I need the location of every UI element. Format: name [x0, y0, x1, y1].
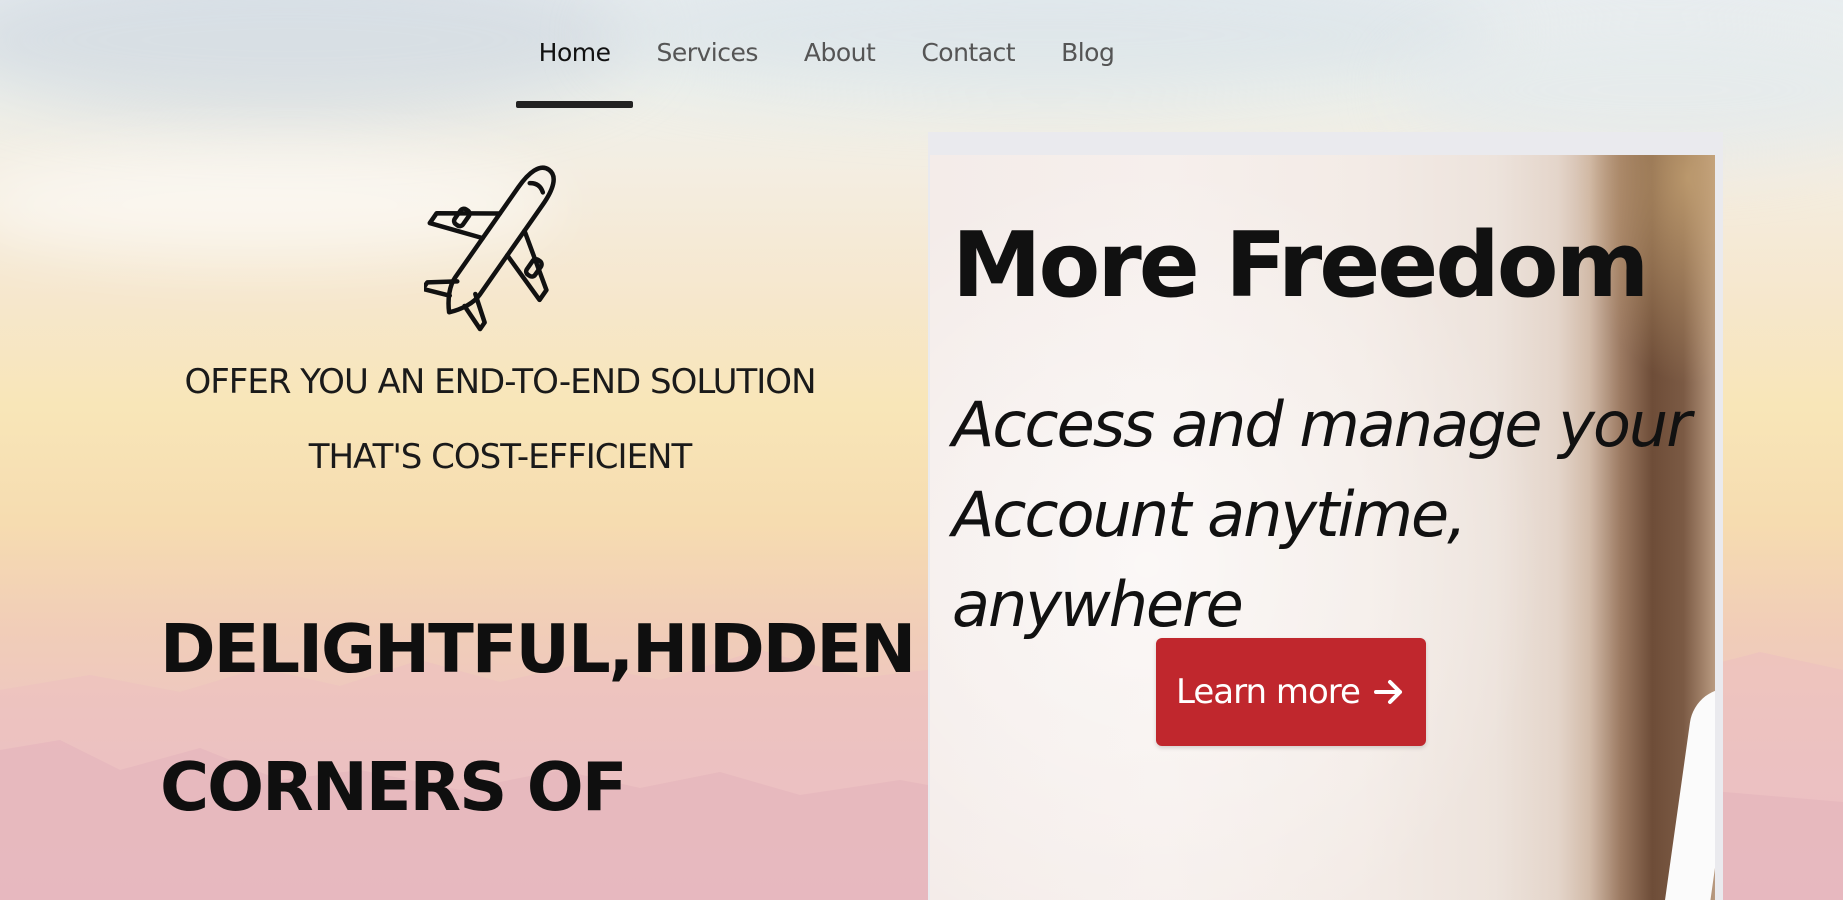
airplane-icon — [424, 165, 556, 332]
tagline-line: THAT'S COST-EFFICIENT — [308, 437, 693, 477]
headline-line: CORNERS OF — [160, 748, 627, 826]
headline-line: DELIGHTFUL,HIDDEN — [160, 610, 916, 688]
arrow-right-icon — [1373, 680, 1402, 704]
card-subtitle-line: Account anytime, anywhere — [952, 478, 1467, 641]
nav-item-about[interactable]: About — [781, 38, 898, 67]
page: Home Services About Contact Blog OFFER Y… — [0, 0, 1843, 900]
tagline-line: OFFER YOU AN END-TO-END SOLUTION — [184, 362, 816, 402]
nav-item-blog[interactable]: Blog — [1038, 38, 1137, 67]
hero-tagline: OFFER YOU AN END-TO-END SOLUTION THAT'S … — [150, 345, 850, 495]
hero-headline: DELIGHTFUL,HIDDEN CORNERS OF — [160, 580, 916, 856]
card-subtitle-line: Access and manage your — [952, 388, 1692, 461]
card-title: More Freedom — [952, 213, 1649, 318]
nav-list: Home Services About Contact Blog — [515, 38, 1138, 108]
main-nav: Home Services About Contact Blog — [0, 38, 1843, 108]
learn-more-label: Learn more — [1176, 672, 1361, 712]
promo-card: More Freedom Access and manage your Acco… — [930, 155, 1715, 900]
learn-more-button[interactable]: Learn more — [1156, 638, 1426, 746]
nav-item-services[interactable]: Services — [633, 38, 780, 67]
card-background-shape — [1664, 682, 1715, 900]
nav-item-contact[interactable]: Contact — [898, 38, 1038, 67]
nav-item-home[interactable]: Home — [515, 38, 634, 108]
card-subtitle: Access and manage your Account anytime, … — [952, 380, 1712, 650]
